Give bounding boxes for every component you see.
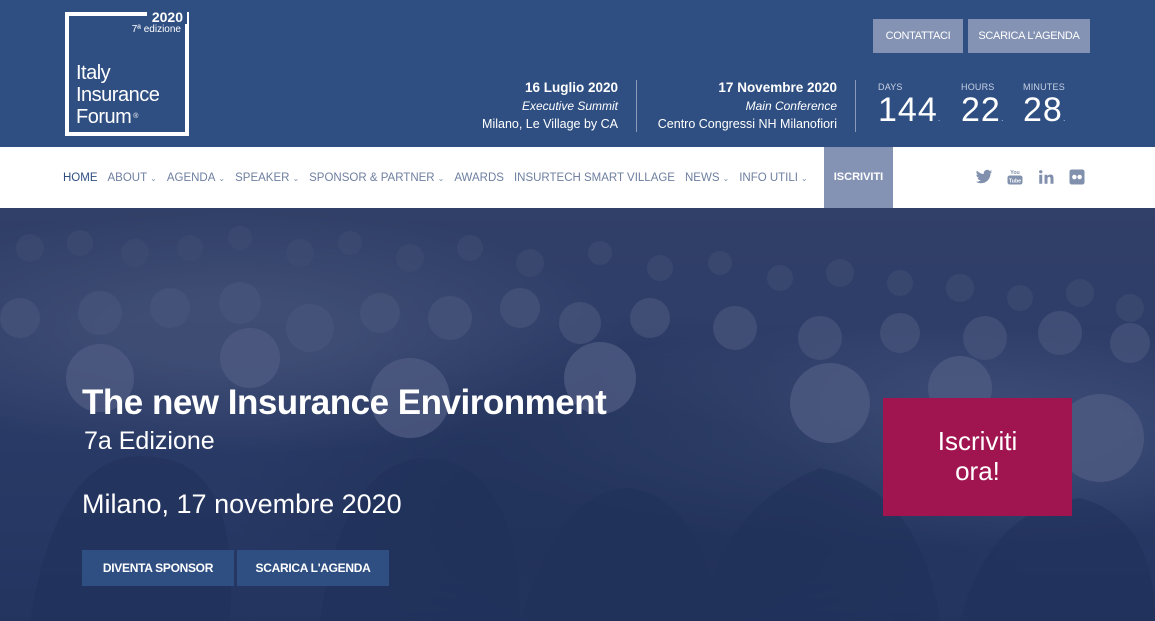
- chevron-down-icon: ⌄: [218, 173, 226, 183]
- nav-items: HOME ABOUT ⌄ AGENDA ⌄ SPEAKER ⌄ SPONSOR & PARTN…: [63, 147, 818, 208]
- chevron-down-icon: ⌄: [722, 173, 730, 183]
- nav-item-awards[interactable]: AWARDS: [454, 172, 504, 184]
- linkedin-icon[interactable]: [1037, 168, 1055, 186]
- logo-line1: Italy: [76, 62, 111, 84]
- event-date: 16 Luglio 2020: [524, 80, 618, 95]
- contact-button[interactable]: CONTATTACI: [873, 19, 963, 53]
- nav-item-agenda[interactable]: AGENDA ⌄: [167, 172, 225, 184]
- countdown-minutes-value: 28: [1023, 91, 1063, 129]
- logo-line2: Insurance: [76, 84, 160, 106]
- svg-text:Tube: Tube: [1009, 178, 1021, 184]
- nav-item-sponsor-partner[interactable]: SPONSOR & PARTNER ⌄: [309, 172, 444, 184]
- nav-item-news[interactable]: NEWS ⌄: [685, 172, 729, 184]
- top-header: 2020 7ª edizione Italy Insurance Forum ® …: [0, 0, 1155, 147]
- nav-register-button[interactable]: ISCRIVITI: [824, 147, 893, 208]
- register-now-line1: Iscriviti: [937, 426, 1018, 456]
- logo-line3-wrap: Forum ®: [76, 106, 159, 128]
- event-name: Main Conference: [745, 99, 837, 113]
- nav-item-label: SPONSOR & PARTNER: [309, 171, 435, 184]
- logo-line3: Forum: [76, 106, 132, 128]
- logo-name: Italy Insurance Forum ®: [76, 62, 160, 128]
- nav-item-info-utili[interactable]: INFO UTILI ⌄: [739, 172, 807, 184]
- countdown-hours: HOURS 22.: [961, 82, 1004, 129]
- svg-text:You: You: [1010, 170, 1020, 176]
- hero-title: The new Insurance Environment: [82, 383, 607, 422]
- event-executive-summit: 16 Luglio 2020 Executive Summit Milano, …: [482, 79, 618, 133]
- event-main-conference: 17 Novembre 2020 Main Conference Centro …: [658, 79, 837, 133]
- nav-item-home[interactable]: HOME: [63, 172, 98, 184]
- countdown-minutes: MINUTES 28.: [1023, 82, 1066, 129]
- countdown-days-value: 144: [878, 91, 938, 129]
- register-now-button[interactable]: Iscriviti ora!: [883, 398, 1072, 516]
- event-date: 17 Novembre 2020: [718, 80, 837, 95]
- chevron-down-icon: ⌄: [150, 173, 157, 183]
- flickr-icon[interactable]: [1068, 168, 1086, 186]
- site-logo[interactable]: 2020 7ª edizione Italy Insurance Forum ®: [65, 10, 189, 136]
- countdown-days: DAYS 144.: [878, 82, 941, 129]
- nav-item-label: AWARDS: [454, 171, 504, 184]
- nav-item-speaker[interactable]: SPEAKER ⌄: [235, 172, 299, 184]
- chevron-down-icon: ⌄: [800, 173, 808, 183]
- event-place: Milano, Le Village by CA: [482, 117, 618, 131]
- hero-edition: 7a Edizione: [84, 427, 215, 455]
- event-name: Executive Summit: [521, 99, 618, 113]
- chevron-down-icon: ⌄: [292, 173, 300, 183]
- logo-edition: 7ª edizione: [131, 24, 181, 35]
- download-agenda-button[interactable]: SCARICA L'AGENDA: [968, 19, 1090, 53]
- logo-year: 2020: [146, 10, 187, 24]
- hero-banner: The new Insurance Environment 7a Edizion…: [0, 208, 1155, 621]
- nav-item-label: NEWS: [684, 171, 720, 184]
- event-place: Centro Congressi NH Milanofiori: [657, 117, 837, 131]
- register-now-line2: ora!: [955, 456, 1000, 486]
- nav-item-label: INFO UTILI: [739, 171, 798, 184]
- social-links: You Tube: [975, 168, 1086, 186]
- nav-item-about[interactable]: ABOUT ⌄: [108, 172, 157, 184]
- divider: [636, 80, 637, 132]
- nav-item-label: SPEAKER: [235, 171, 290, 184]
- hero-location-date: Milano, 17 novembre 2020: [82, 489, 402, 519]
- become-sponsor-button[interactable]: DIVENTA SPONSOR: [82, 550, 234, 586]
- nav-item-label: AGENDA: [166, 171, 216, 184]
- nav-item-label: ABOUT: [107, 171, 148, 184]
- logo-registered-mark: ®: [133, 113, 138, 120]
- youtube-icon[interactable]: You Tube: [1006, 168, 1024, 186]
- twitter-icon[interactable]: [975, 168, 993, 186]
- nav-item-label: INSURTECH SMART VILLAGE: [513, 171, 675, 184]
- nav-item-label: HOME: [63, 171, 98, 184]
- countdown-hours-value: 22: [961, 91, 1001, 129]
- nav-item-insurtech-smart-village[interactable]: INSURTECH SMART VILLAGE: [514, 172, 675, 184]
- divider: [855, 80, 856, 132]
- chevron-down-icon: ⌄: [437, 173, 445, 183]
- hero-download-agenda-button[interactable]: SCARICA L'AGENDA: [237, 550, 389, 586]
